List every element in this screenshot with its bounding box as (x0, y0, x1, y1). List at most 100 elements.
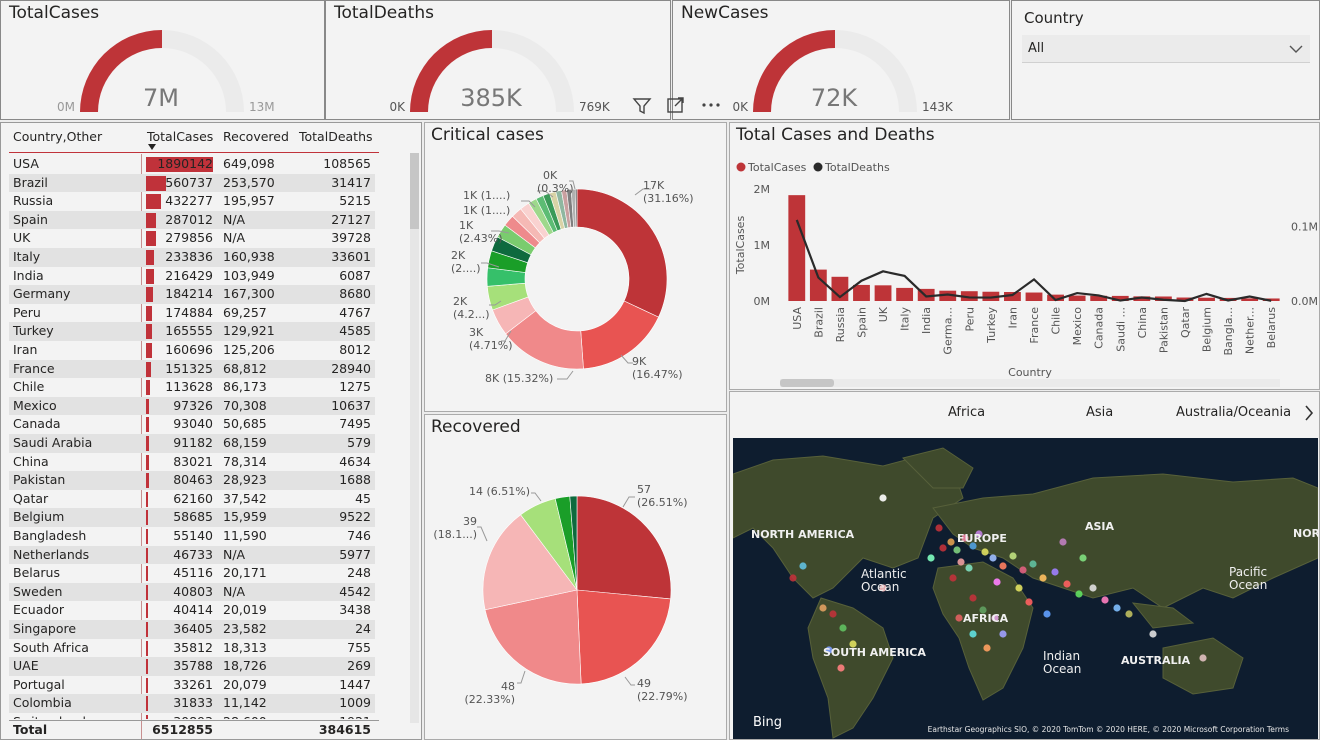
slicer-dropdown[interactable]: All (1022, 35, 1310, 63)
table-row[interactable]: Qatar 62160 37,542 45 (9, 490, 375, 509)
table-row[interactable]: Singapore 36405 23,582 24 (9, 620, 375, 639)
case-bubble[interactable] (999, 630, 1007, 638)
more-options-icon[interactable] (700, 96, 722, 114)
pie-slice[interactable] (576, 589, 671, 685)
table-row[interactable]: Colombia 31833 11,142 1009 (9, 694, 375, 713)
table-row[interactable]: Russia 432277 195,957 5215 (9, 192, 375, 211)
table-row[interactable]: South Africa 35812 18,313 755 (9, 639, 375, 658)
case-bubble[interactable] (927, 554, 935, 562)
case-bubble[interactable] (993, 578, 1001, 586)
case-bubble[interactable] (983, 644, 991, 652)
table-row[interactable]: Brazil 560737 253,570 31417 (9, 173, 375, 193)
table-row[interactable]: Spain 287012 N/A 27127 (9, 210, 375, 230)
bar-total-cases[interactable] (874, 285, 892, 301)
table-row[interactable]: Chile 113628 86,173 1275 (9, 378, 375, 397)
table-row[interactable]: Switzerland 30893 28,600 1921 (9, 713, 375, 719)
table-row[interactable]: Ecuador 40414 20,019 3438 (9, 601, 375, 620)
table-row[interactable]: Mexico 97326 70,308 10637 (9, 396, 375, 416)
case-bubble[interactable] (799, 562, 807, 570)
chevron-right-icon[interactable] (1302, 403, 1316, 423)
h-scrollbar[interactable] (780, 379, 1280, 387)
col-header-country[interactable]: Country,Other (13, 129, 102, 144)
focus-mode-icon[interactable] (666, 96, 686, 114)
case-bubble[interactable] (947, 538, 955, 546)
table-row[interactable]: Netherlands 46733 N/A 5977 (9, 545, 375, 565)
world-map[interactable]: NORTH AMERICAAtlanticOceanEUROPEASIANORT… (733, 438, 1318, 740)
pie-slice[interactable] (576, 495, 672, 600)
case-bubble[interactable] (789, 574, 797, 582)
bar-total-cases[interactable] (1025, 292, 1043, 301)
case-bubble[interactable] (955, 614, 963, 622)
case-bubble[interactable] (989, 554, 997, 562)
table-row[interactable]: USA 1890142 649,098 108565 (9, 155, 375, 174)
table-row[interactable]: Canada 93040 50,685 7495 (9, 415, 375, 434)
case-bubble[interactable] (1051, 568, 1059, 576)
case-bubble[interactable] (939, 544, 947, 552)
bar-total-cases[interactable] (896, 287, 914, 301)
case-bubble[interactable] (949, 574, 957, 582)
map-tab-africa[interactable]: Africa (948, 405, 985, 420)
col-header-cases[interactable]: TotalCases (147, 129, 213, 144)
case-bubble[interactable] (1063, 580, 1071, 588)
case-bubble[interactable] (829, 610, 837, 618)
case-bubble[interactable] (1039, 574, 1047, 582)
case-bubble[interactable] (1113, 604, 1121, 612)
case-bubble[interactable] (1009, 552, 1017, 560)
filter-icon[interactable] (632, 97, 652, 115)
case-bubble[interactable] (839, 624, 847, 632)
table-row[interactable]: Italy 233836 160,938 33601 (9, 248, 375, 267)
case-bubble[interactable] (1025, 598, 1033, 606)
table-row[interactable]: Iran 160696 125,206 8012 (9, 341, 375, 360)
map-tab-oceania[interactable]: Australia/Oceania (1176, 405, 1291, 420)
case-bubble[interactable] (965, 564, 973, 572)
case-bubble[interactable] (1029, 560, 1037, 568)
table-row[interactable]: India 216429 103,949 6087 (9, 267, 375, 286)
table-row[interactable]: Pakistan 80463 28,923 1688 (9, 471, 375, 490)
bar-total-cases[interactable] (1068, 295, 1086, 301)
table-row[interactable]: Germany 184214 167,300 8680 (9, 285, 375, 304)
case-bubble[interactable] (879, 494, 887, 502)
bar-total-cases[interactable] (809, 269, 827, 301)
case-bubble[interactable] (969, 594, 977, 602)
case-bubble[interactable] (1079, 554, 1087, 562)
col-header-recovered[interactable]: Recovered (223, 129, 289, 144)
case-bubble[interactable] (819, 604, 827, 612)
case-bubble[interactable] (1059, 538, 1067, 546)
table-row[interactable]: Saudi Arabia 91182 68,159 579 (9, 434, 375, 453)
table-row[interactable]: China 83021 78,314 4634 (9, 453, 375, 472)
case-bubble[interactable] (1089, 584, 1097, 592)
case-bubble[interactable] (999, 562, 1007, 570)
bar-total-cases[interactable] (853, 284, 870, 301)
scrollbar-thumb[interactable] (410, 153, 419, 229)
legend-label-cases[interactable]: TotalCases (747, 161, 807, 174)
table-scrollbar[interactable] (410, 153, 419, 723)
case-bubble[interactable] (1149, 630, 1157, 638)
table-row[interactable]: Peru 174884 69,257 4767 (9, 304, 375, 323)
table-row[interactable]: Belarus 45116 20,171 248 (9, 564, 375, 583)
case-bubble[interactable] (1125, 610, 1133, 618)
table-row[interactable]: UAE 35788 18,726 269 (9, 657, 375, 676)
h-scrollbar-thumb[interactable] (780, 379, 834, 387)
col-header-deaths[interactable]: TotalDeaths (299, 129, 373, 144)
case-bubble[interactable] (837, 664, 845, 672)
case-bubble[interactable] (935, 524, 943, 532)
table-row[interactable]: Sweden 40803 N/A 4542 (9, 582, 375, 602)
case-bubble[interactable] (1043, 610, 1051, 618)
case-bubble[interactable] (1101, 596, 1109, 604)
case-bubble[interactable] (1075, 590, 1083, 598)
map-tab-asia[interactable]: Asia (1086, 405, 1113, 420)
case-bubble[interactable] (957, 558, 965, 566)
table-row[interactable]: Belgium 58685 15,959 9522 (9, 508, 375, 527)
case-bubble[interactable] (1199, 654, 1207, 662)
pie-slice[interactable] (576, 188, 668, 318)
case-bubble[interactable] (1015, 584, 1023, 592)
bar-total-cases[interactable] (1198, 297, 1215, 301)
case-bubble[interactable] (1019, 566, 1027, 574)
table-row[interactable]: Bangladesh 55140 11,590 746 (9, 527, 375, 546)
table-row[interactable]: Turkey 165555 129,921 4585 (9, 322, 375, 341)
table-row[interactable]: Portugal 33261 20,079 1447 (9, 676, 375, 695)
legend-label-deaths[interactable]: TotalDeaths (824, 161, 890, 174)
bar-total-cases[interactable] (788, 195, 806, 301)
case-bubble[interactable] (969, 630, 977, 638)
case-bubble[interactable] (981, 548, 989, 556)
